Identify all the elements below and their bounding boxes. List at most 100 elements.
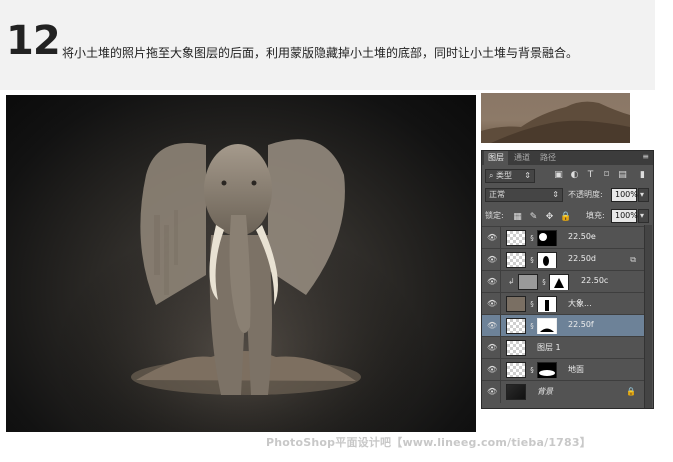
layer-row-22-50c[interactable]: 👁 ↲ § 22.50c [482, 270, 644, 293]
opacity-dropdown-icon[interactable]: ▾ [638, 188, 649, 202]
step-instruction: 将小土堆的照片拖至大象图层的后面，利用蒙版隐藏掉小土堆的底部，同时让小土堆与背景… [62, 46, 579, 60]
lock-move-icon[interactable]: ✥ [544, 212, 555, 223]
row-divider [500, 249, 501, 271]
lock-icon: 🔒 [626, 387, 636, 396]
mask-thumbnail[interactable] [537, 362, 557, 378]
layer-row-22-50d[interactable]: 👁 § 22.50d ⧉ [482, 248, 644, 271]
lock-label: 锁定: [485, 211, 504, 220]
layer-name: 22.50d [568, 254, 596, 263]
filter-row: ⌕ 类型 ⇕ ▣ ◐ T ⌑ ▤ ▮ [482, 166, 653, 186]
eye-icon[interactable]: 👁 [487, 343, 497, 353]
layer-row-layer-1[interactable]: 👁 图层 1 [482, 336, 644, 359]
row-divider [500, 315, 501, 337]
layer-thumbnail [506, 318, 526, 334]
smart-object-filter-icon[interactable]: ▤ [617, 170, 628, 181]
group-badge-icon: ⧉ [630, 255, 636, 264]
filter-toggle-icon[interactable]: ▮ [637, 170, 648, 181]
chain-link-icon[interactable]: § [541, 277, 547, 287]
layer-thumbnail [506, 252, 526, 268]
layer-thumbnail [506, 296, 526, 312]
chain-link-icon[interactable]: § [529, 255, 535, 265]
filter-kind-label: 类型 [496, 171, 513, 180]
mask-shape [550, 276, 568, 290]
elephant-composite-photo [6, 95, 476, 432]
chevron-updown-icon: ⇕ [524, 171, 531, 180]
dirt-pile-thumbnail [481, 93, 630, 143]
row-divider [500, 271, 501, 293]
layer-row-22-50f[interactable]: 👁 § 22.50f [482, 314, 644, 337]
lock-row: 锁定: ▦ ✎ ✥ 🔒 填充: 100% ▾ [482, 206, 653, 226]
chain-link-icon[interactable]: § [529, 365, 535, 375]
layer-row-ground[interactable]: 👁 § 地面 [482, 358, 644, 381]
tab-layers[interactable]: 图层 [484, 151, 508, 165]
layer-name: 背景 [537, 387, 553, 396]
layer-thumbnail [506, 384, 526, 400]
layer-row-background[interactable]: 👁 背景 🔒 [482, 380, 644, 403]
eye-icon[interactable]: 👁 [487, 365, 497, 375]
row-divider [500, 293, 501, 315]
fill-label: 填充: [586, 211, 605, 220]
blend-row: 正常 ⇕ 不透明度: 100% ▾ [482, 186, 653, 206]
lock-transparent-icon[interactable]: ▦ [512, 212, 523, 223]
watermark: PhotoShop平面设计吧【www.lineeg.com/tieba/1783… [266, 436, 591, 449]
chain-link-icon[interactable]: § [529, 233, 535, 243]
shape-filter-icon[interactable]: ⌑ [601, 170, 612, 181]
layer-thumbnail [506, 340, 526, 356]
mask-shape [538, 232, 556, 246]
type-filter-icon[interactable]: T [585, 170, 596, 181]
search-icon: ⌕ [489, 171, 494, 180]
row-divider [500, 359, 501, 381]
eye-icon[interactable]: 👁 [487, 277, 497, 287]
layer-name: 大象... [568, 299, 592, 308]
mask-thumbnail[interactable] [537, 318, 557, 334]
dirt-pile-image [481, 101, 630, 143]
layer-row-22-50e[interactable]: 👁 § 22.50e [482, 226, 644, 249]
eye-icon[interactable]: 👁 [487, 321, 497, 331]
panel-tabbar: 图层 通道 路径 ≡ [482, 151, 653, 165]
mask-shape [538, 298, 556, 312]
eye-icon[interactable]: 👁 [487, 299, 497, 309]
row-divider [500, 337, 501, 359]
eye-icon[interactable]: 👁 [487, 387, 497, 397]
mask-shape [538, 364, 556, 378]
layer-thumbnail [506, 230, 526, 246]
layer-name: 图层 1 [537, 343, 561, 352]
layer-name: 地面 [568, 365, 584, 374]
row-divider [500, 227, 501, 249]
layers-panel: 图层 通道 路径 ≡ ⌕ 类型 ⇕ ▣ ◐ T ⌑ ▤ ▮ 正常 ⇕ 不透明度:… [481, 150, 654, 409]
mask-thumbnail[interactable] [537, 230, 557, 246]
clipping-arrow-icon: ↲ [508, 277, 515, 286]
filter-kind-select[interactable]: ⌕ 类型 ⇕ [485, 169, 535, 183]
layer-name: 22.50e [568, 232, 596, 241]
chevron-updown-icon: ⇕ [552, 190, 559, 199]
eye-icon[interactable]: 👁 [487, 255, 497, 265]
layers-scrollbar[interactable] [644, 225, 652, 408]
layer-name: 22.50f [568, 320, 594, 329]
layer-name: 22.50c [581, 276, 609, 285]
blend-mode-select[interactable]: 正常 ⇕ [485, 188, 563, 202]
layer-thumbnail [506, 362, 526, 378]
lock-paint-icon[interactable]: ✎ [528, 212, 539, 223]
image-filter-icon[interactable]: ▣ [553, 170, 564, 181]
eye-icon[interactable]: 👁 [487, 233, 497, 243]
step-number: 12 [6, 18, 61, 64]
mask-shape [538, 320, 556, 334]
fill-input[interactable]: 100% [611, 209, 638, 223]
mask-thumbnail[interactable] [537, 252, 557, 268]
elephant-illustration [6, 95, 476, 432]
lock-all-icon[interactable]: 🔒 [560, 212, 571, 223]
panel-menu-icon[interactable]: ≡ [642, 152, 649, 161]
layer-row-elephant[interactable]: 👁 § 大象... [482, 292, 644, 315]
tab-channels[interactable]: 通道 [510, 151, 534, 165]
chain-link-icon[interactable]: § [529, 321, 535, 331]
mask-shape [538, 254, 556, 268]
chain-link-icon[interactable]: § [529, 299, 535, 309]
row-divider [500, 381, 501, 403]
opacity-input[interactable]: 100% [611, 188, 638, 202]
adjustment-filter-icon[interactable]: ◐ [569, 170, 580, 181]
layer-thumbnail [518, 274, 538, 290]
fill-dropdown-icon[interactable]: ▾ [638, 209, 649, 223]
mask-thumbnail[interactable] [549, 274, 569, 290]
tab-paths[interactable]: 路径 [536, 151, 560, 165]
mask-thumbnail[interactable] [537, 296, 557, 312]
